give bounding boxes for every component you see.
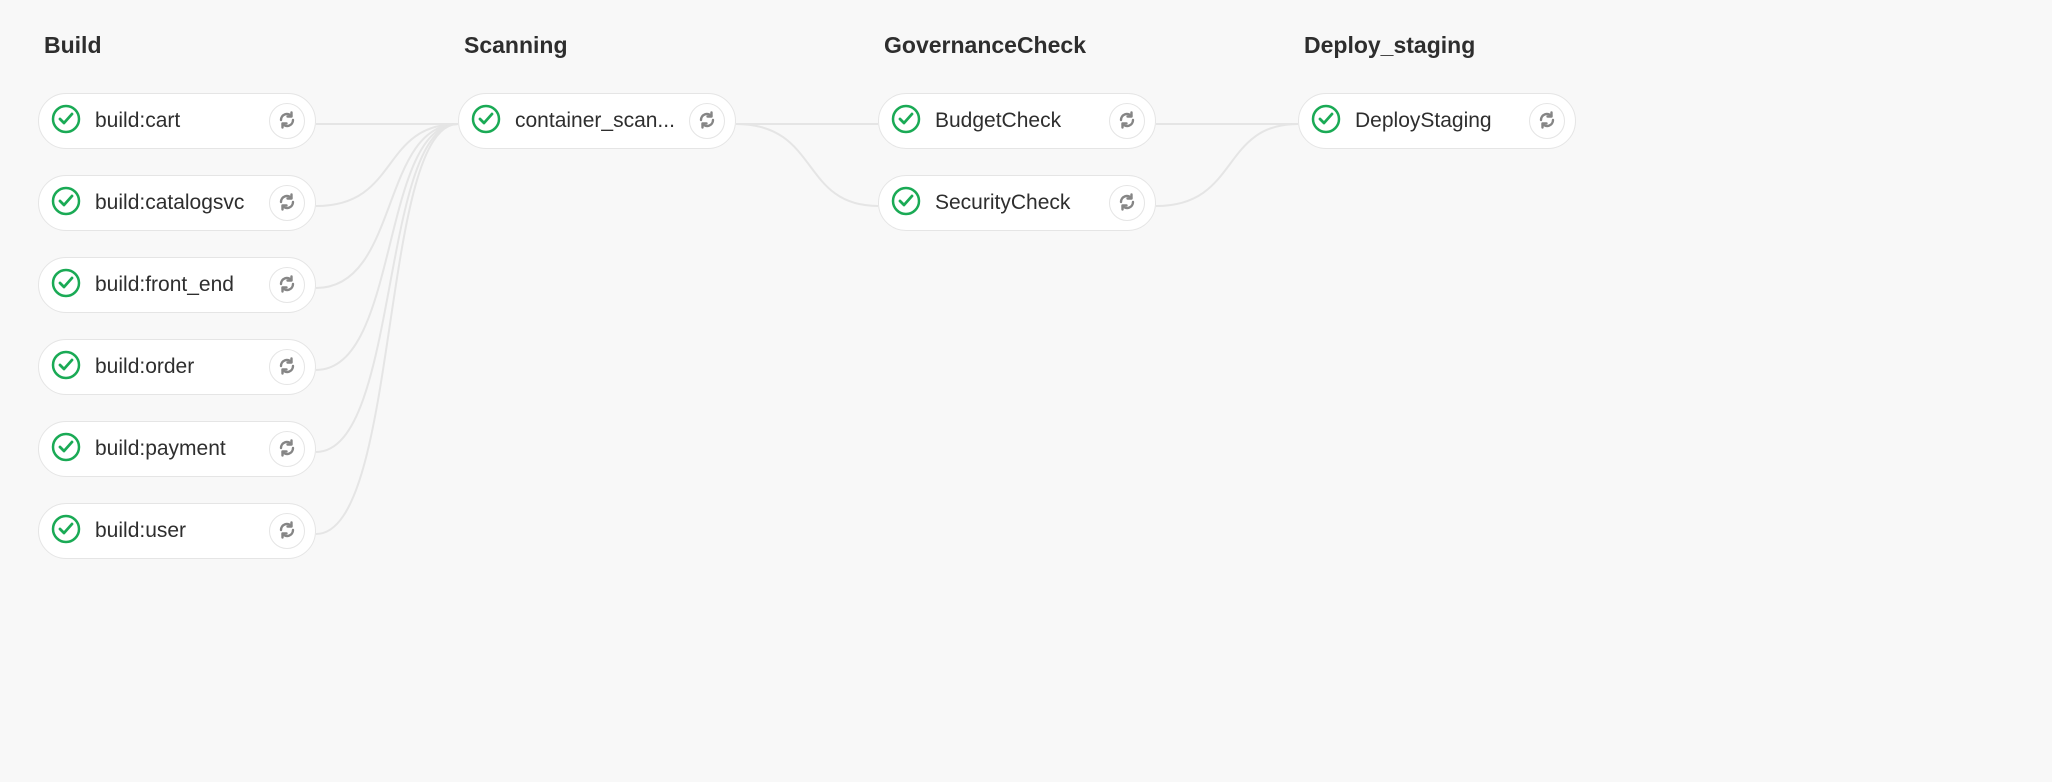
job-pill[interactable]: build:front_end	[38, 257, 316, 313]
stage-title: Deploy_staging	[1304, 32, 1576, 59]
stage-jobs: build:cart build:catalogsvc build:front_…	[38, 93, 316, 559]
job-pill[interactable]: build:user	[38, 503, 316, 559]
job-name: build:order	[95, 355, 255, 379]
retry-button[interactable]	[269, 349, 305, 385]
retry-icon	[697, 110, 717, 133]
status-passed-icon	[891, 186, 921, 221]
retry-button[interactable]	[1109, 185, 1145, 221]
retry-button[interactable]	[1109, 103, 1145, 139]
retry-button[interactable]	[689, 103, 725, 139]
stage-jobs: DeployStaging	[1298, 93, 1576, 149]
status-passed-icon	[51, 268, 81, 303]
job-name: build:payment	[95, 437, 255, 461]
job-name: build:cart	[95, 109, 255, 133]
stage-title: Scanning	[464, 32, 736, 59]
job-pill[interactable]: build:order	[38, 339, 316, 395]
stage-build: Build build:cart build:catalogsvc	[38, 32, 316, 559]
retry-button[interactable]	[269, 431, 305, 467]
job-name: container_scan...	[515, 109, 675, 133]
retry-icon	[277, 192, 297, 215]
status-passed-icon	[51, 514, 81, 549]
retry-button[interactable]	[1529, 103, 1565, 139]
status-passed-icon	[51, 350, 81, 385]
stage-scanning: Scanning container_scan...	[458, 32, 736, 149]
stage-jobs: BudgetCheck SecurityCheck	[878, 93, 1156, 231]
retry-button[interactable]	[269, 185, 305, 221]
job-name: build:catalogsvc	[95, 191, 255, 215]
job-pill[interactable]: build:payment	[38, 421, 316, 477]
job-pill[interactable]: BudgetCheck	[878, 93, 1156, 149]
retry-button[interactable]	[269, 267, 305, 303]
job-pill[interactable]: build:catalogsvc	[38, 175, 316, 231]
status-passed-icon	[51, 104, 81, 139]
retry-button[interactable]	[269, 103, 305, 139]
pipeline-graph: Build build:cart build:catalogsvc	[0, 0, 2052, 782]
job-name: BudgetCheck	[935, 109, 1095, 133]
stage-jobs: container_scan...	[458, 93, 736, 149]
status-passed-icon	[471, 104, 501, 139]
retry-icon	[277, 274, 297, 297]
retry-icon	[1117, 192, 1137, 215]
status-passed-icon	[51, 432, 81, 467]
status-passed-icon	[51, 186, 81, 221]
retry-icon	[277, 110, 297, 133]
retry-button[interactable]	[269, 513, 305, 549]
stage-title: GovernanceCheck	[884, 32, 1156, 59]
job-pill[interactable]: SecurityCheck	[878, 175, 1156, 231]
status-passed-icon	[891, 104, 921, 139]
retry-icon	[1537, 110, 1557, 133]
retry-icon	[277, 520, 297, 543]
retry-icon	[277, 438, 297, 461]
stage-deploy-staging: Deploy_staging DeployStaging	[1298, 32, 1576, 149]
retry-icon	[1117, 110, 1137, 133]
job-pill[interactable]: DeployStaging	[1298, 93, 1576, 149]
stage-governancecheck: GovernanceCheck BudgetCheck SecurityChec…	[878, 32, 1156, 231]
status-passed-icon	[1311, 104, 1341, 139]
job-name: build:front_end	[95, 273, 255, 297]
job-name: DeployStaging	[1355, 109, 1515, 133]
stage-title: Build	[44, 32, 316, 59]
retry-icon	[277, 356, 297, 379]
job-pill[interactable]: container_scan...	[458, 93, 736, 149]
job-pill[interactable]: build:cart	[38, 93, 316, 149]
job-name: SecurityCheck	[935, 191, 1095, 215]
job-name: build:user	[95, 519, 255, 543]
